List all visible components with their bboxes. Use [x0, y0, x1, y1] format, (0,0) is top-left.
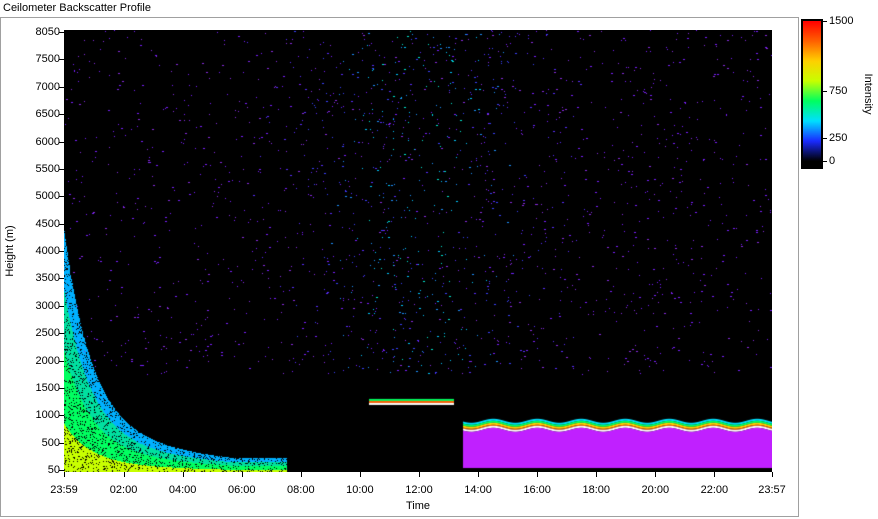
y-tick-mark	[59, 196, 64, 198]
x-tick-label: 08:00	[287, 484, 315, 496]
y-tick-mark	[59, 168, 64, 170]
x-tick-mark	[537, 472, 539, 477]
x-tick-label: 04:00	[168, 484, 197, 496]
x-tick-label: 18:00	[582, 484, 610, 496]
x-tick-mark	[64, 472, 65, 477]
color-scale-tick-mark	[821, 91, 827, 92]
x-tick-label: 14:00	[464, 484, 492, 496]
y-tick-label: 6500	[35, 108, 60, 121]
color-scale-tick-label: 0	[829, 155, 836, 167]
x-tick-label: 10:00	[346, 484, 374, 496]
y-tick-label: 1500	[35, 381, 60, 394]
x-tick-label: 20:00	[641, 484, 670, 496]
y-tick-label: 1000	[35, 409, 60, 422]
x-tick-mark	[182, 472, 184, 477]
y-tick-label: 500	[41, 436, 60, 449]
x-tick-mark	[772, 472, 773, 477]
chart-title: Ceilometer Backscatter Profile	[3, 2, 151, 14]
color-scale-bar[interactable]	[803, 21, 821, 161]
y-tick-label: 6000	[35, 135, 60, 148]
x-tick-label: 12:00	[405, 484, 433, 496]
x-tick-mark	[714, 472, 716, 477]
y-tick-mark	[59, 442, 64, 444]
y-axis-label: Height (m)	[4, 225, 16, 277]
y-tick-label: 3000	[35, 299, 60, 312]
x-tick-mark	[359, 472, 361, 477]
y-tick-mark	[59, 470, 64, 471]
y-tick-mark	[59, 305, 64, 307]
color-scale-tick-mark	[821, 21, 827, 22]
y-tick-mark	[59, 278, 64, 280]
y-tick-label: 7000	[35, 80, 60, 93]
y-tick-mark	[59, 251, 64, 252]
y-tick-label: 3500	[35, 272, 60, 285]
color-scale-tick-label: 250	[829, 131, 848, 144]
y-tick-mark	[59, 114, 64, 116]
x-tick-label: 02:00	[109, 484, 138, 496]
y-tick-label: 5500	[35, 162, 60, 175]
x-axis-label: Time	[405, 500, 431, 512]
y-tick-mark	[59, 333, 64, 335]
y-tick-label: 4500	[35, 217, 60, 230]
heatmap-plot-area[interactable]	[64, 30, 772, 472]
x-tick-mark	[300, 472, 302, 477]
y-tick-mark	[59, 86, 64, 88]
y-tick-mark	[59, 387, 64, 389]
y-tick-label: 4000	[35, 245, 60, 257]
x-tick-mark	[241, 472, 243, 477]
y-tick-mark	[59, 415, 64, 417]
color-scale-tick-mark	[821, 137, 827, 139]
color-scale-title: Intensity	[862, 73, 874, 115]
backscatter-heatmap	[64, 30, 772, 472]
y-tick-label: 8050	[35, 26, 60, 38]
x-tick-mark	[123, 472, 125, 477]
x-tick-mark	[655, 472, 657, 477]
y-tick-mark	[59, 32, 64, 33]
x-tick-label: 22:00	[700, 484, 729, 496]
x-tick-label: 23:57	[758, 484, 786, 496]
x-tick-mark	[596, 472, 598, 477]
x-tick-label: 16:00	[523, 484, 551, 496]
x-tick-label: 06:00	[227, 484, 256, 496]
color-scale-tick-mark	[821, 161, 827, 162]
color-scale-tick-label: 750	[829, 85, 848, 97]
y-tick-label: 5000	[35, 190, 60, 203]
y-tick-label: 2500	[35, 327, 60, 340]
x-tick-label: 23:59	[50, 484, 78, 496]
y-tick-mark	[59, 141, 64, 143]
x-tick-mark	[418, 472, 420, 477]
color-scale-tick-label: 1500	[829, 15, 854, 27]
x-tick-mark	[478, 472, 480, 477]
y-tick-label: 7500	[35, 53, 60, 66]
y-tick-mark	[59, 223, 64, 225]
y-tick-mark	[59, 360, 64, 362]
y-tick-label: 2000	[35, 354, 60, 367]
y-tick-mark	[59, 59, 64, 61]
